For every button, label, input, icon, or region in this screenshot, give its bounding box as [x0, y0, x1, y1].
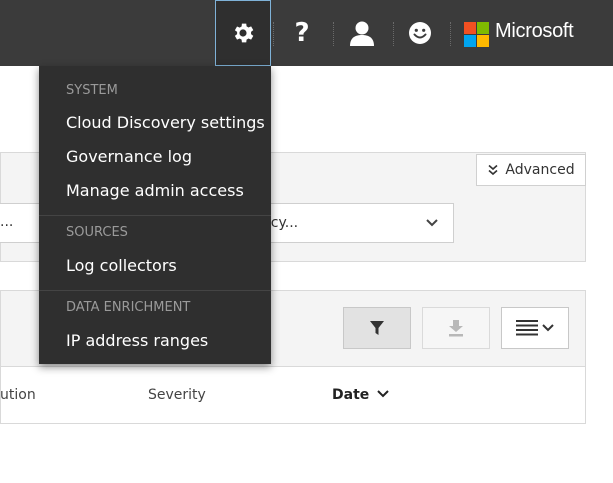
- settings-button[interactable]: [215, 0, 271, 66]
- filter-button[interactable]: [343, 307, 411, 349]
- gear-icon: [234, 23, 254, 43]
- column-header[interactable]: ution: [0, 387, 36, 403]
- menu-item-governance-log[interactable]: Governance log: [66, 147, 192, 166]
- menu-section-data-enrichment: DATA ENRICHMENT: [66, 300, 191, 315]
- menu-divider: [39, 290, 271, 291]
- columns-button[interactable]: [501, 307, 569, 349]
- filter-select-left-value: ...: [0, 214, 14, 230]
- top-bar: ? Microsoft: [0, 0, 613, 66]
- menu-section-sources: SOURCES: [66, 225, 128, 240]
- feedback-button[interactable]: [396, 0, 444, 66]
- double-chevron-down-icon: [488, 164, 498, 176]
- download-button[interactable]: [422, 307, 490, 349]
- columns-icon: [516, 320, 538, 336]
- column-header-date[interactable]: Date: [332, 387, 389, 403]
- separator: [450, 22, 451, 46]
- smiley-icon: [409, 22, 431, 44]
- separator: [393, 22, 394, 46]
- column-header-severity[interactable]: Severity: [148, 387, 206, 403]
- download-icon: [449, 320, 463, 337]
- advanced-label: Advanced: [505, 162, 575, 178]
- chevron-down-icon: [542, 324, 554, 332]
- microsoft-logo-icon: [464, 22, 489, 47]
- menu-section-system: SYSTEM: [66, 83, 118, 98]
- chevron-down-icon: [426, 219, 438, 227]
- settings-menu: SYSTEM Cloud Discovery settings Governan…: [39, 66, 271, 364]
- menu-divider: [39, 215, 271, 216]
- menu-item-cloud-discovery-settings[interactable]: Cloud Discovery settings: [66, 113, 265, 132]
- user-button[interactable]: [336, 0, 388, 66]
- policy-select[interactable]: licy...: [262, 203, 454, 243]
- menu-item-log-collectors[interactable]: Log collectors: [66, 256, 177, 275]
- separator: [333, 22, 334, 46]
- user-icon: [350, 21, 374, 46]
- sort-chevron-down-icon: [377, 390, 389, 398]
- advanced-button[interactable]: Advanced: [476, 154, 586, 186]
- filter-select-left[interactable]: ...: [0, 203, 40, 243]
- column-header-date-label: Date: [332, 387, 370, 403]
- brand-name: Microsoft: [495, 20, 574, 42]
- menu-item-ip-address-ranges[interactable]: IP address ranges: [66, 331, 208, 350]
- help-icon: ?: [294, 18, 310, 48]
- help-button[interactable]: ?: [276, 0, 328, 66]
- filter-icon: [370, 321, 384, 335]
- separator: [273, 22, 274, 46]
- menu-item-manage-admin-access[interactable]: Manage admin access: [66, 181, 244, 200]
